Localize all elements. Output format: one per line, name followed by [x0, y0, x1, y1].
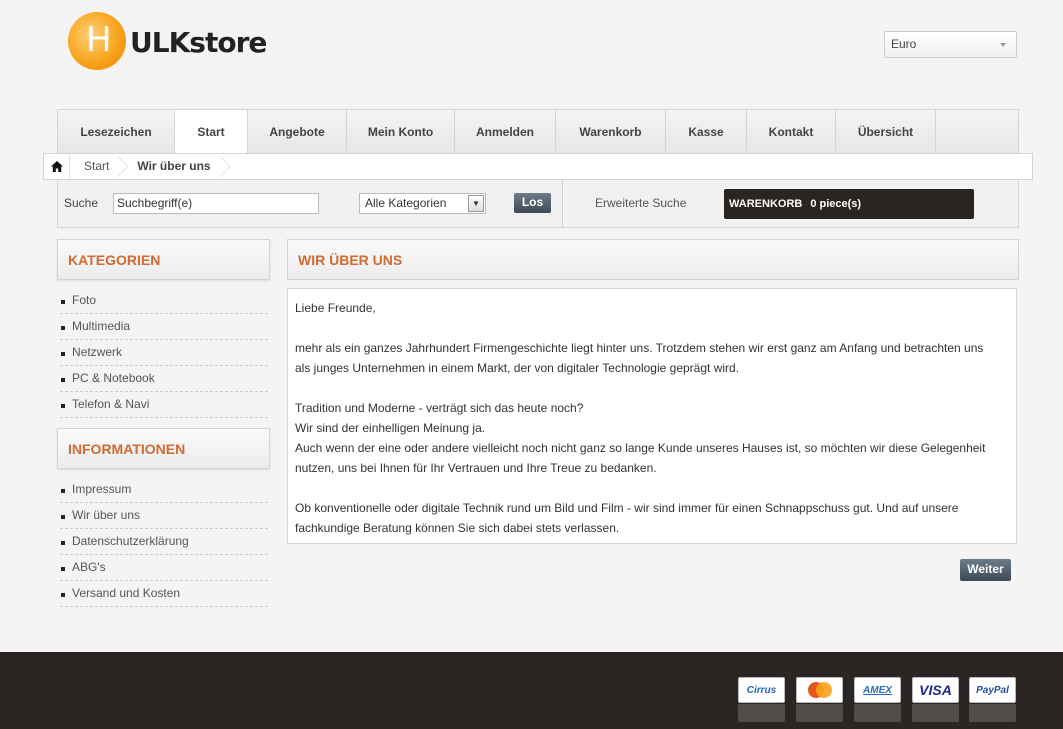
- nav-warenkorb[interactable]: Warenkorb: [556, 110, 666, 154]
- logo-letter: H: [86, 20, 112, 60]
- reflection: [969, 704, 1016, 722]
- breadcrumb-home[interactable]: [44, 154, 70, 179]
- reflection: [854, 704, 901, 722]
- search-input[interactable]: Suchbegriff(e): [113, 193, 319, 214]
- info-about[interactable]: Wir über uns: [60, 503, 268, 529]
- nav-lesezeichen[interactable]: Lesezeichen: [58, 110, 175, 154]
- chevron-down-icon: [1000, 43, 1006, 47]
- paypal-icon: PayPal: [969, 677, 1016, 703]
- visa-label: VISA: [919, 682, 952, 698]
- category-telefon-navi[interactable]: Telefon & Navi: [60, 392, 268, 418]
- search-label: Suche: [64, 196, 99, 210]
- paypal-label: PayPal: [976, 684, 1009, 696]
- paragraph-line: nutzen, uns bei Ihnen für Ihr Vertrauen …: [295, 461, 657, 475]
- logo-text: ULKstore: [130, 26, 267, 59]
- paragraph-line: fachkundige Beratung können Sie sich dab…: [295, 521, 620, 535]
- logo-badge: H: [68, 12, 126, 70]
- page-title: WIR ÜBER UNS: [287, 239, 1019, 280]
- mastercard-icon: [796, 677, 843, 703]
- main-nav: Lesezeichen Start Angebote Mein Konto An…: [57, 109, 1019, 154]
- paragraph-line: Ob konventionelle oder digitale Technik …: [295, 501, 959, 515]
- nav-anmelden[interactable]: Anmelden: [455, 110, 556, 154]
- breadcrumb-current: Wir über uns: [123, 154, 224, 179]
- paragraph-line: mehr als ein ganzes Jahrhundert Firmenge…: [295, 341, 984, 355]
- breadcrumb: Start Wir über uns: [43, 153, 1033, 180]
- paragraph-line: als junges Unternehmen in einem Markt, d…: [295, 361, 740, 375]
- nav-start[interactable]: Start: [175, 110, 248, 154]
- store-logo[interactable]: H ULKstore: [68, 12, 267, 72]
- category-select[interactable]: Alle Kategorien ▼: [359, 193, 486, 214]
- divider: [562, 180, 563, 228]
- cirrus-icon: Cirrus: [738, 677, 785, 703]
- currency-value: Euro: [891, 37, 917, 51]
- nav-uebersicht[interactable]: Übersicht: [836, 110, 936, 154]
- information-heading: INFORMATIONEN: [57, 428, 270, 469]
- chevron-down-icon: ▼: [468, 195, 484, 212]
- breadcrumb-start[interactable]: Start: [70, 154, 123, 179]
- home-icon: [50, 161, 63, 172]
- nav-angebote[interactable]: Angebote: [248, 110, 347, 154]
- cart-count: 0 piece(s): [810, 198, 862, 210]
- category-netzwerk[interactable]: Netzwerk: [60, 340, 268, 366]
- paragraph-line: Tradition und Moderne - verträgt sich da…: [295, 401, 584, 415]
- category-foto[interactable]: Foto: [60, 288, 268, 314]
- category-multimedia[interactable]: Multimedia: [60, 314, 268, 340]
- reflection: [796, 704, 843, 722]
- advanced-search-link[interactable]: Erweiterte Suche: [595, 196, 686, 210]
- categories-heading: KATEGORIEN: [57, 239, 270, 280]
- search-go-button[interactable]: Los: [514, 193, 551, 213]
- nav-mein-konto[interactable]: Mein Konto: [347, 110, 455, 154]
- cart-label: WARENKORB: [729, 198, 803, 210]
- cirrus-label: Cirrus: [746, 684, 777, 696]
- info-impressum[interactable]: Impressum: [60, 477, 268, 503]
- amex-label: AMEX: [863, 684, 892, 696]
- greeting: Liebe Freunde,: [295, 301, 376, 315]
- category-pc-notebook[interactable]: PC & Notebook: [60, 366, 268, 392]
- cart-summary[interactable]: WARENKORB 0 piece(s): [724, 189, 974, 219]
- reflection: [912, 704, 959, 722]
- visa-icon: VISA: [912, 677, 959, 703]
- paragraph-line: Wir sind der einhelligen Meinung ja.: [295, 421, 486, 435]
- continue-button[interactable]: Weiter: [960, 559, 1011, 581]
- reflection: [738, 704, 785, 722]
- nav-kontakt[interactable]: Kontakt: [747, 110, 836, 154]
- categories-list: Foto Multimedia Netzwerk PC & Notebook T…: [60, 288, 268, 418]
- nav-kasse[interactable]: Kasse: [666, 110, 747, 154]
- info-privacy[interactable]: Datenschutzerklärung: [60, 529, 268, 555]
- search-bar: Suche Suchbegriff(e) Alle Kategorien ▼ L…: [57, 180, 1019, 228]
- info-shipping[interactable]: Versand und Kosten: [60, 581, 268, 607]
- amex-icon: AMEX: [854, 677, 901, 703]
- content-body: Liebe Freunde, mehr als ein ganzes Jahrh…: [287, 288, 1017, 544]
- footer: Cirrus AMEX VISA PayPal: [0, 652, 1063, 729]
- mastercard-circles: [807, 682, 832, 698]
- paragraph-line: Auch wenn der eine oder andere vielleich…: [295, 441, 986, 455]
- information-list: Impressum Wir über uns Datenschutzerklär…: [60, 477, 268, 607]
- currency-select[interactable]: Euro: [884, 31, 1017, 58]
- category-select-value: Alle Kategorien: [365, 196, 447, 210]
- info-terms[interactable]: ABG's: [60, 555, 268, 581]
